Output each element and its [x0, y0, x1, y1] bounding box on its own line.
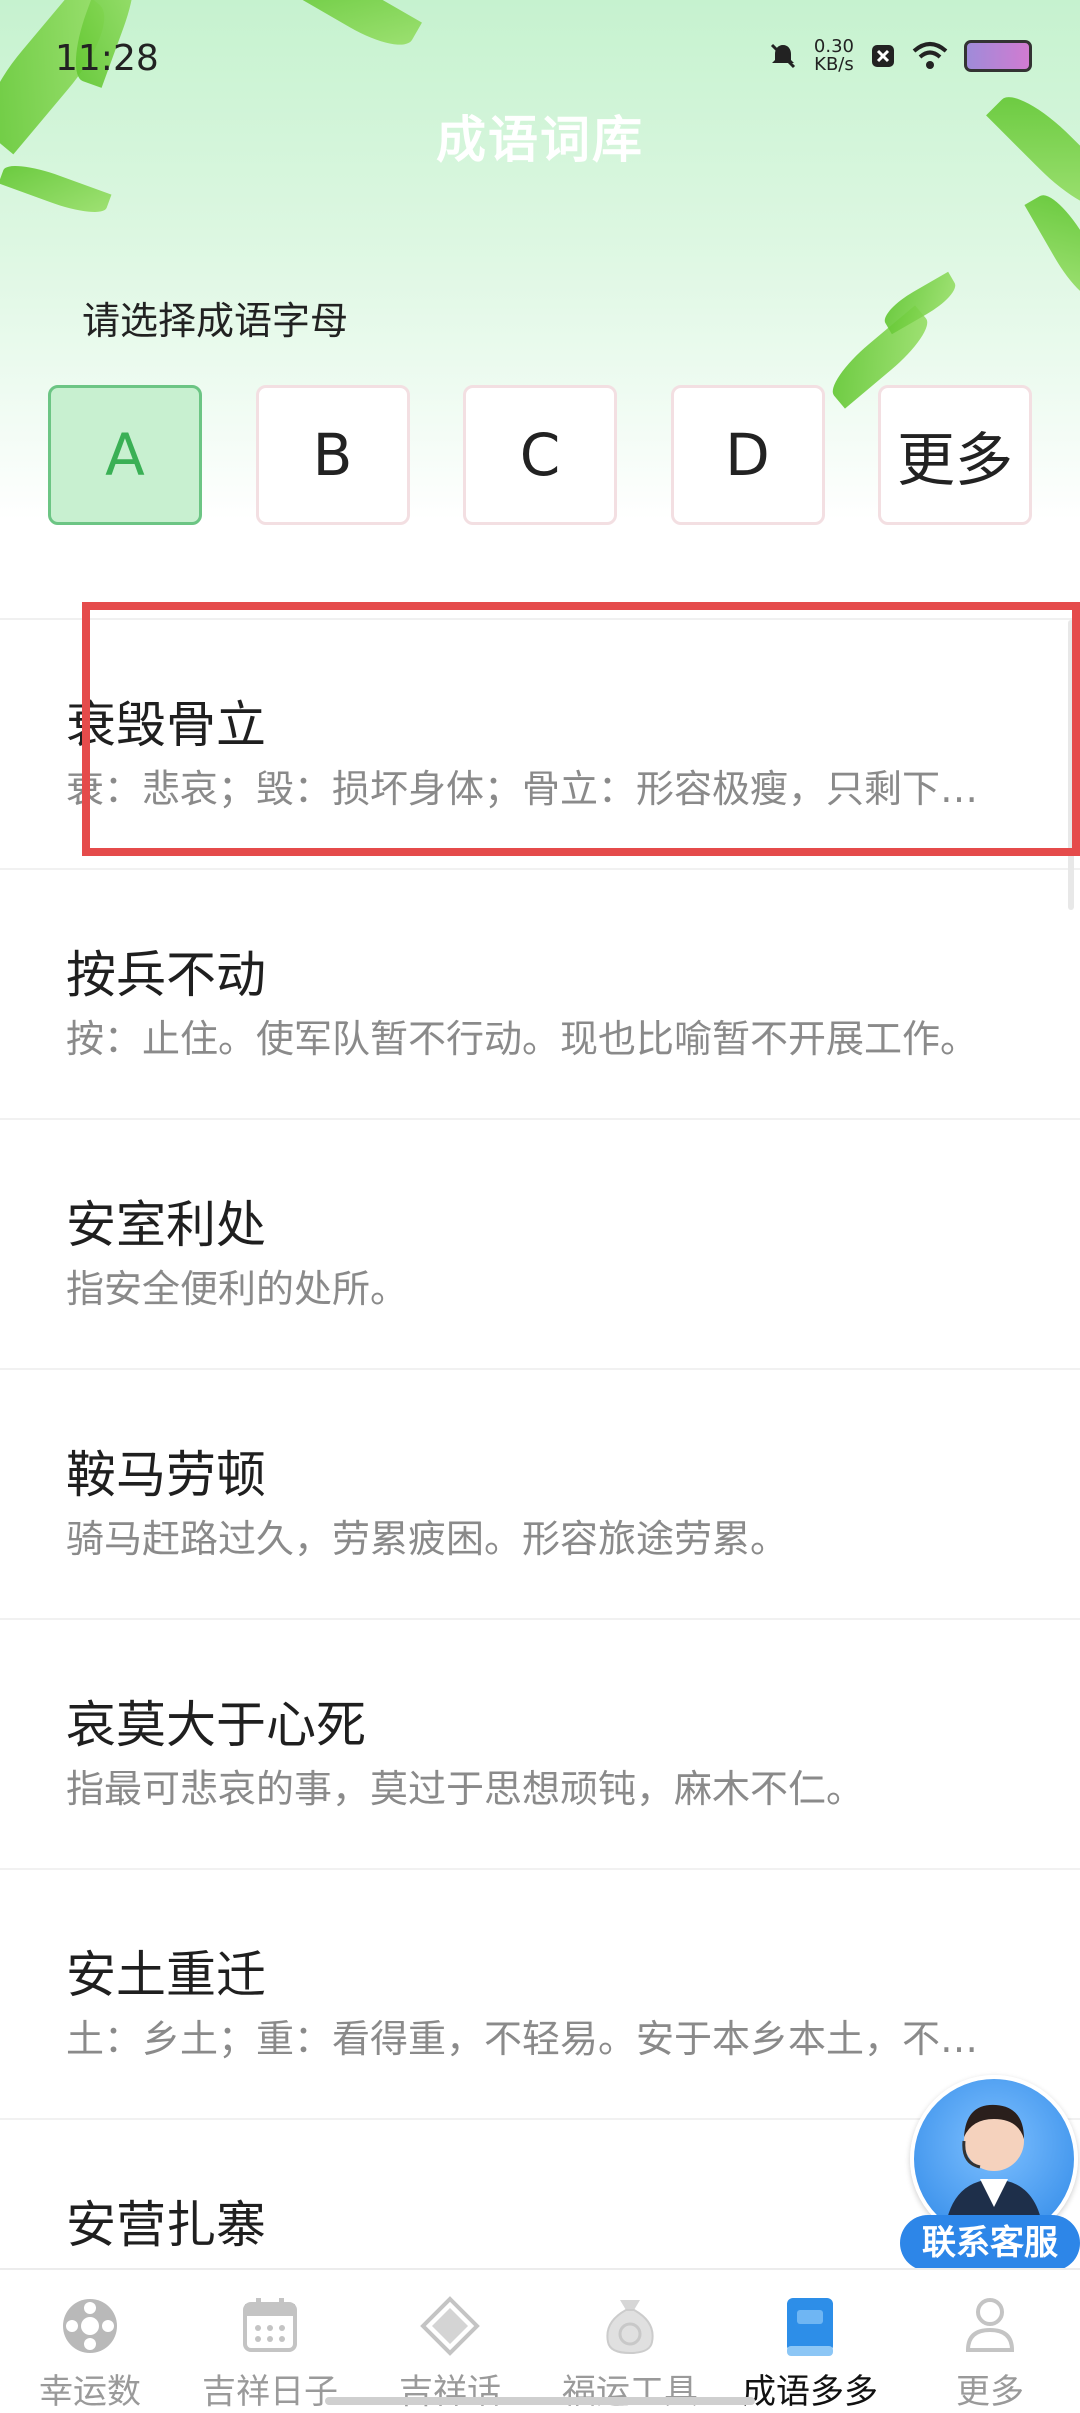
idiom-list-item[interactable]: 哀莫大于心死 指最可悲哀的事，莫过于思想顽钝，麻木不仁。: [0, 1620, 1080, 1870]
tab-label: 成语多多: [742, 2372, 878, 2412]
letter-button-a[interactable]: A: [48, 385, 202, 525]
calendar-icon: [243, 2298, 297, 2352]
wheel-icon: [63, 2299, 117, 2353]
status-icons: 0.30 KB/s: [768, 38, 1032, 74]
idiom-title: 衰毁骨立: [66, 696, 266, 754]
status-time: 11:28: [55, 38, 159, 79]
tab-label: 福运工具: [562, 2372, 698, 2412]
customer-service-label: 联系客服: [900, 2215, 1080, 2271]
status-bar: 11:28 0.30 KB/s: [0, 0, 1080, 110]
fu-diamond-icon: [420, 2296, 480, 2356]
tab-more[interactable]: 更多: [900, 2270, 1080, 2412]
idiom-list-item[interactable]: 按兵不动 按：止住。使军队暂不行动。现也比喻暂不开展工作。: [0, 870, 1080, 1120]
idiom-title: 安营扎寨: [66, 2196, 266, 2254]
letter-button-c[interactable]: C: [463, 385, 617, 525]
tab-label: 更多: [956, 2372, 1024, 2412]
tab-lucky-words[interactable]: 吉祥话: [360, 2270, 540, 2412]
idiom-title: 安土重迁: [66, 1946, 266, 2004]
idiom-description: 指最可悲哀的事，莫过于思想顽钝，麻木不仁。: [66, 1767, 865, 1811]
letter-button-d[interactable]: D: [670, 385, 825, 525]
tab-fortune-tools[interactable]: 福运工具: [540, 2270, 720, 2412]
idiom-list-item[interactable]: 鞍马劳顿 骑马赶路过久，劳累疲困。形容旅途劳累。: [0, 1370, 1080, 1620]
idiom-title: 哀莫大于心死: [66, 1696, 366, 1754]
tab-lucky-days[interactable]: 吉祥日子: [180, 2270, 360, 2412]
person-icon: [965, 2298, 1015, 2352]
idiom-book-icon: [787, 2298, 833, 2356]
scroll-indicator[interactable]: [1068, 620, 1074, 910]
net-speed-unit: KB/s: [814, 54, 854, 75]
tab-lucky-number[interactable]: 幸运数: [0, 2270, 180, 2412]
letter-picker-label: 请选择成语字母: [82, 299, 349, 343]
letter-button-more[interactable]: 更多: [878, 385, 1032, 525]
tab-label: 吉祥日子: [202, 2372, 338, 2412]
wifi-icon: [912, 42, 948, 69]
idiom-title: 安室利处: [66, 1196, 266, 1254]
home-indicator[interactable]: [325, 2397, 755, 2405]
customer-service-button[interactable]: 联系客服: [900, 2075, 1080, 2275]
sim-off-icon: [872, 45, 894, 67]
tab-label: 吉祥话: [399, 2372, 501, 2412]
battery-icon: [964, 40, 1032, 72]
idiom-list-item[interactable]: 衰毁骨立 衰：悲哀；毁：损坏身体；骨立：形容极瘦，只剩下骨架支立。: [0, 620, 1080, 870]
tab-label: 幸运数: [39, 2372, 141, 2412]
bottom-tab-bar: 幸运数 吉祥日子 吉祥话 福运工具 成语多多 更多: [0, 2268, 1080, 2412]
idiom-description: 按：止住。使军队暂不行动。现也比喻暂不开展工作。: [66, 1017, 979, 1061]
idiom-description: 土：乡土；重：看得重，不轻易。安于本乡本土，不愿轻易迁移。: [66, 2017, 1016, 2061]
letter-picker: A B C D 更多: [48, 385, 1032, 525]
bell-muted-icon: [770, 43, 795, 69]
money-bag-icon: [606, 2300, 654, 2355]
idiom-title: 按兵不动: [66, 946, 266, 1004]
idiom-list-item[interactable]: 安室利处 指安全便利的处所。: [0, 1120, 1080, 1370]
tab-idioms[interactable]: 成语多多: [720, 2270, 900, 2412]
idiom-description: 衰：悲哀；毁：损坏身体；骨立：形容极瘦，只剩下骨架支立。: [66, 767, 1016, 811]
leaf-decoration: [1024, 187, 1080, 309]
idiom-description: 指安全便利的处所。: [66, 1267, 409, 1311]
idiom-description: 骑马赶路过久，劳累疲困。形容旅途劳累。: [66, 1517, 789, 1561]
idiom-title: 鞍马劳顿: [66, 1446, 266, 1504]
net-speed: 0.30 KB/s: [814, 38, 854, 74]
page-title: 成语词库: [436, 111, 644, 169]
letter-button-b[interactable]: B: [255, 385, 410, 525]
